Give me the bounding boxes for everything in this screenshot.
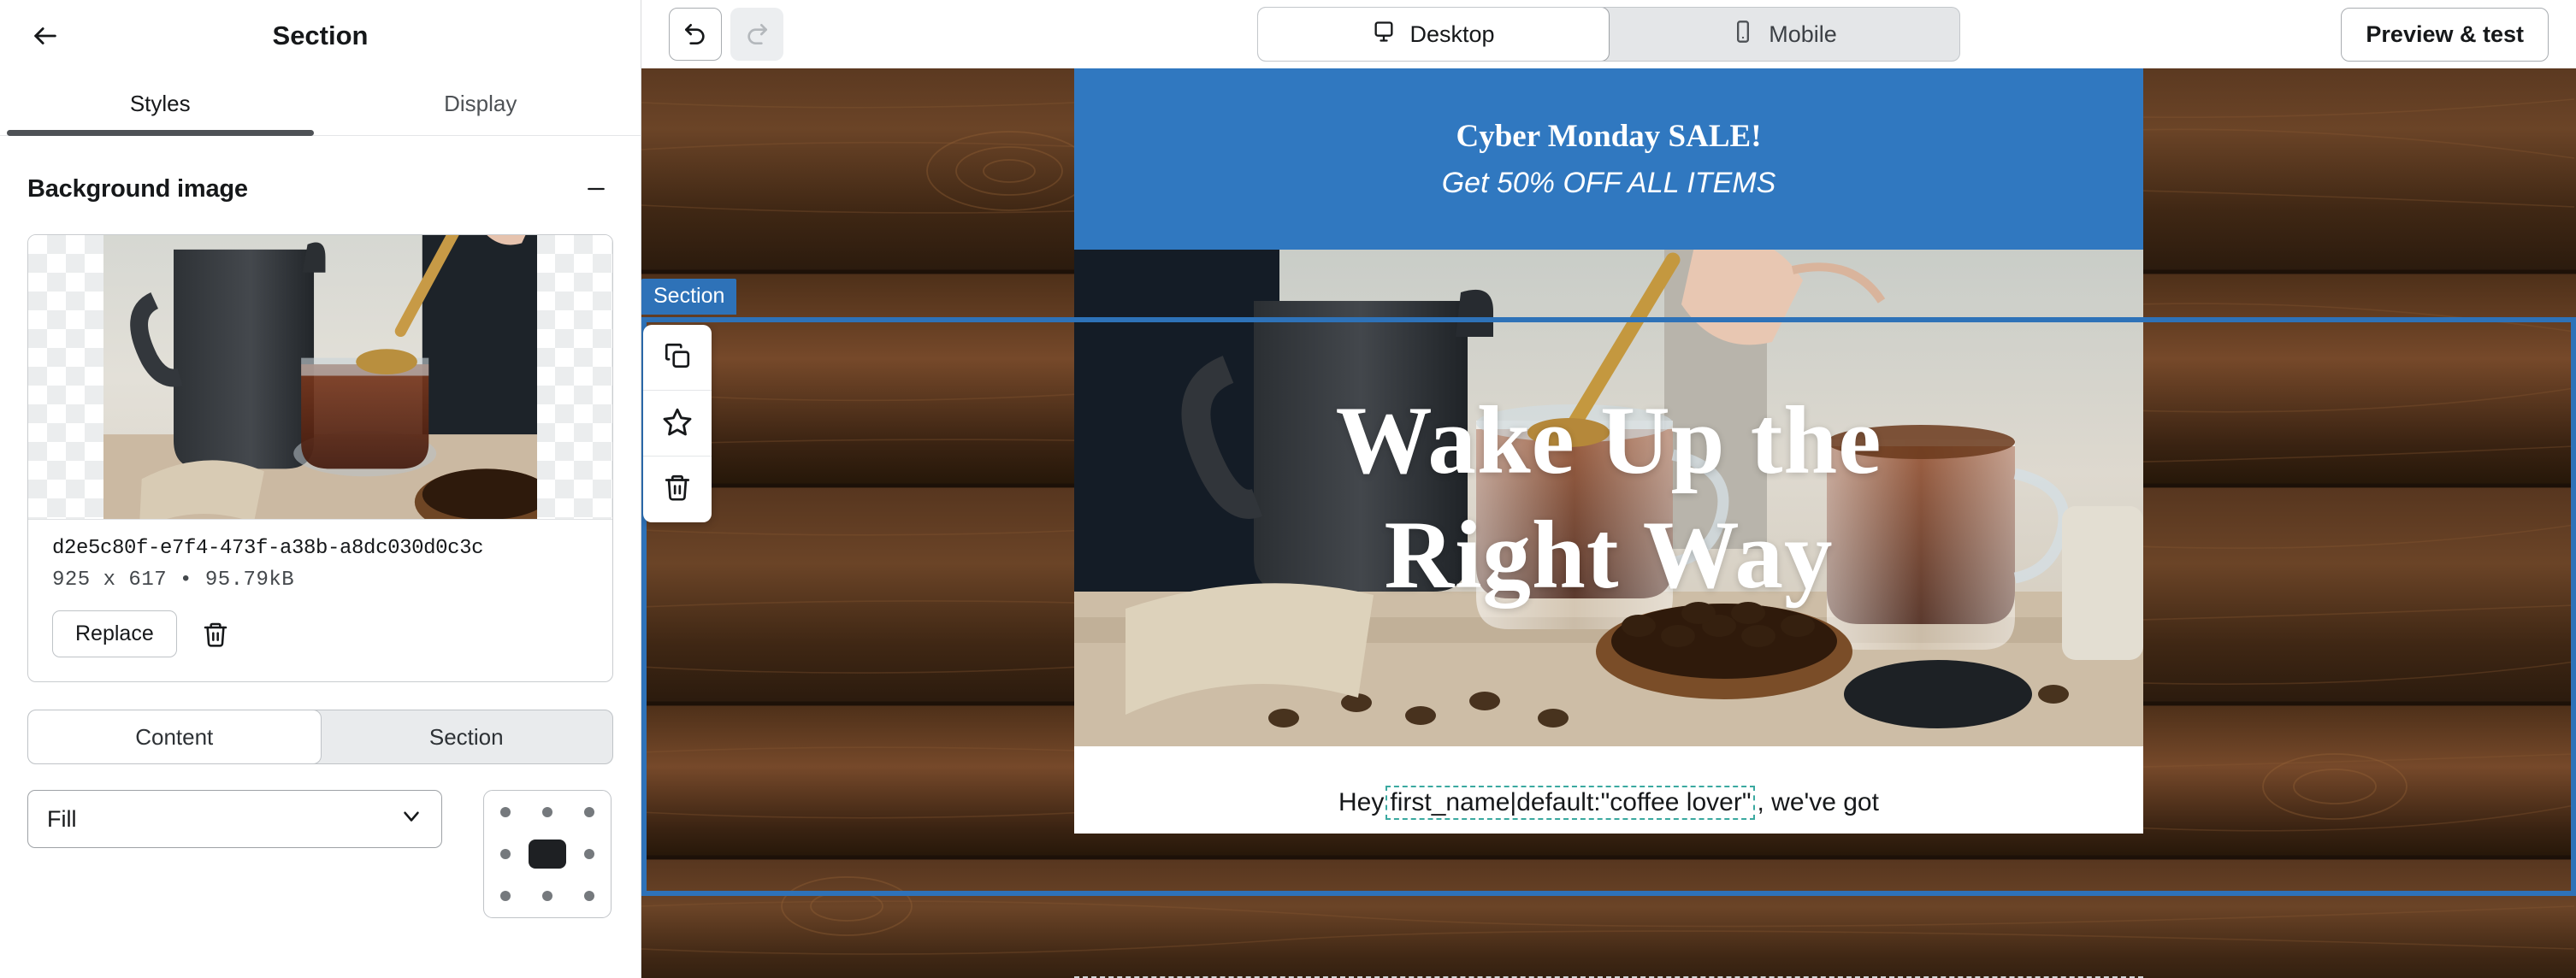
back-arrow-icon[interactable] [26,16,65,56]
device-mobile-label: Mobile [1769,21,1837,47]
star-icon [662,406,693,441]
position-dot-bottom-right[interactable] [584,891,595,902]
background-image-header: Background image [0,136,641,206]
trash-icon[interactable] [196,615,235,654]
preview-and-test-button[interactable]: Preview & test [2341,7,2549,62]
device-toggle: Desktop Mobile [1257,7,1960,62]
email-content-column: Cyber Monday SALE! Get 50% OFF ALL ITEMS [1074,68,2143,978]
tab-display[interactable]: Display [321,72,641,135]
position-dot-bottom-left[interactable] [499,891,511,902]
scope-toggle: Content Section [27,710,613,764]
banner-subheadline: Get 50% OFF ALL ITEMS [1441,167,1776,199]
thumbnail-preview [103,235,537,519]
email-canvas[interactable]: Cyber Monday SALE! Get 50% OFF ALL ITEMS [641,68,2576,978]
editor-main: Desktop Mobile Preview & test Cyber Mond… [641,0,2576,978]
background-position-grid[interactable] [483,790,612,918]
position-dot-top-left[interactable] [499,806,511,817]
background-image-thumbnail[interactable] [28,235,612,520]
editor-toolbar: Desktop Mobile Preview & test [641,0,2576,68]
hero-section[interactable]: Wake Up the Right Way [1074,250,2143,746]
section-selection-badge: Section [641,279,737,315]
background-image-meta: d2e5c80f-e7f4-473f-a38b-a8dc030d0c3c 925… [28,520,612,592]
device-mobile-button[interactable]: Mobile [1609,8,1959,61]
position-dot-middle-left[interactable] [499,848,511,859]
body-text-block[interactable]: Hey first_name|default:"coffee lover", w… [1074,746,2143,978]
body-text-prefix: Hey [1338,788,1385,816]
replace-image-button[interactable]: Replace [52,610,177,657]
desktop-icon [1372,20,1396,50]
undo-icon[interactable] [669,8,722,61]
mobile-icon [1731,20,1755,50]
device-desktop-label: Desktop [1409,21,1495,47]
tab-styles[interactable]: Styles [0,72,321,136]
scope-content-button[interactable]: Content [28,710,321,763]
undo-redo-group [669,8,783,61]
minus-icon[interactable] [579,172,613,206]
page-title: Section [272,21,369,50]
position-dot-bottom-center[interactable] [541,891,552,902]
hero-headline-line1: Wake Up the [1335,387,1882,495]
delete-section-button[interactable] [643,457,712,522]
device-desktop-button[interactable]: Desktop [1258,8,1609,61]
background-image-actions: Replace [28,592,612,681]
fill-and-position-row: Fill [27,790,613,918]
styles-sidebar: Section Styles Display Background image [0,0,641,978]
background-size-select[interactable]: Fill [27,790,442,848]
image-filename: d2e5c80f-e7f4-473f-a38b-a8dc030d0c3c [52,537,484,560]
merge-tag-text: first_name|default:"coffee lover" [1390,788,1752,816]
hero-headline: Wake Up the Right Way [1336,384,1882,612]
position-dot-middle-right[interactable] [584,848,595,859]
merge-tag-first-name[interactable]: first_name|default:"coffee lover" [1385,786,1756,820]
background-size-value: Fill [47,805,77,832]
sidebar-tabs: Styles Display [0,72,641,136]
chevron-down-icon [399,804,424,835]
position-dot-top-right[interactable] [584,806,595,817]
promo-banner-section[interactable]: Cyber Monday SALE! Get 50% OFF ALL ITEMS [1074,68,2143,250]
scope-section-button[interactable]: Section [321,710,613,763]
selection-border-top [641,317,2576,322]
selection-border-right [2571,317,2576,896]
email-builder-app: Section Styles Display Background image [0,0,2576,978]
hero-headline-line2: Right Way [1384,501,1834,609]
background-image-heading: Background image [27,174,248,203]
body-text-suffix: , we've got [1757,788,1879,816]
background-image-card: d2e5c80f-e7f4-473f-a38b-a8dc030d0c3c 925… [27,234,613,682]
sidebar-header: Section [0,0,641,72]
position-dot-center[interactable] [528,839,566,869]
image-dimensions: 925 x 617 • 95.79kB [52,569,295,592]
trash-icon [663,473,692,506]
redo-icon[interactable] [730,8,783,61]
selection-border-bottom [641,891,2576,896]
duplicate-icon [663,341,692,374]
section-hover-toolbar [643,325,712,522]
position-dot-top-center[interactable] [541,806,552,817]
coffee-photo-thumb [103,235,537,519]
banner-headline: Cyber Monday SALE! [1456,119,1762,154]
favorite-section-button[interactable] [643,391,712,457]
duplicate-section-button[interactable] [643,325,712,391]
